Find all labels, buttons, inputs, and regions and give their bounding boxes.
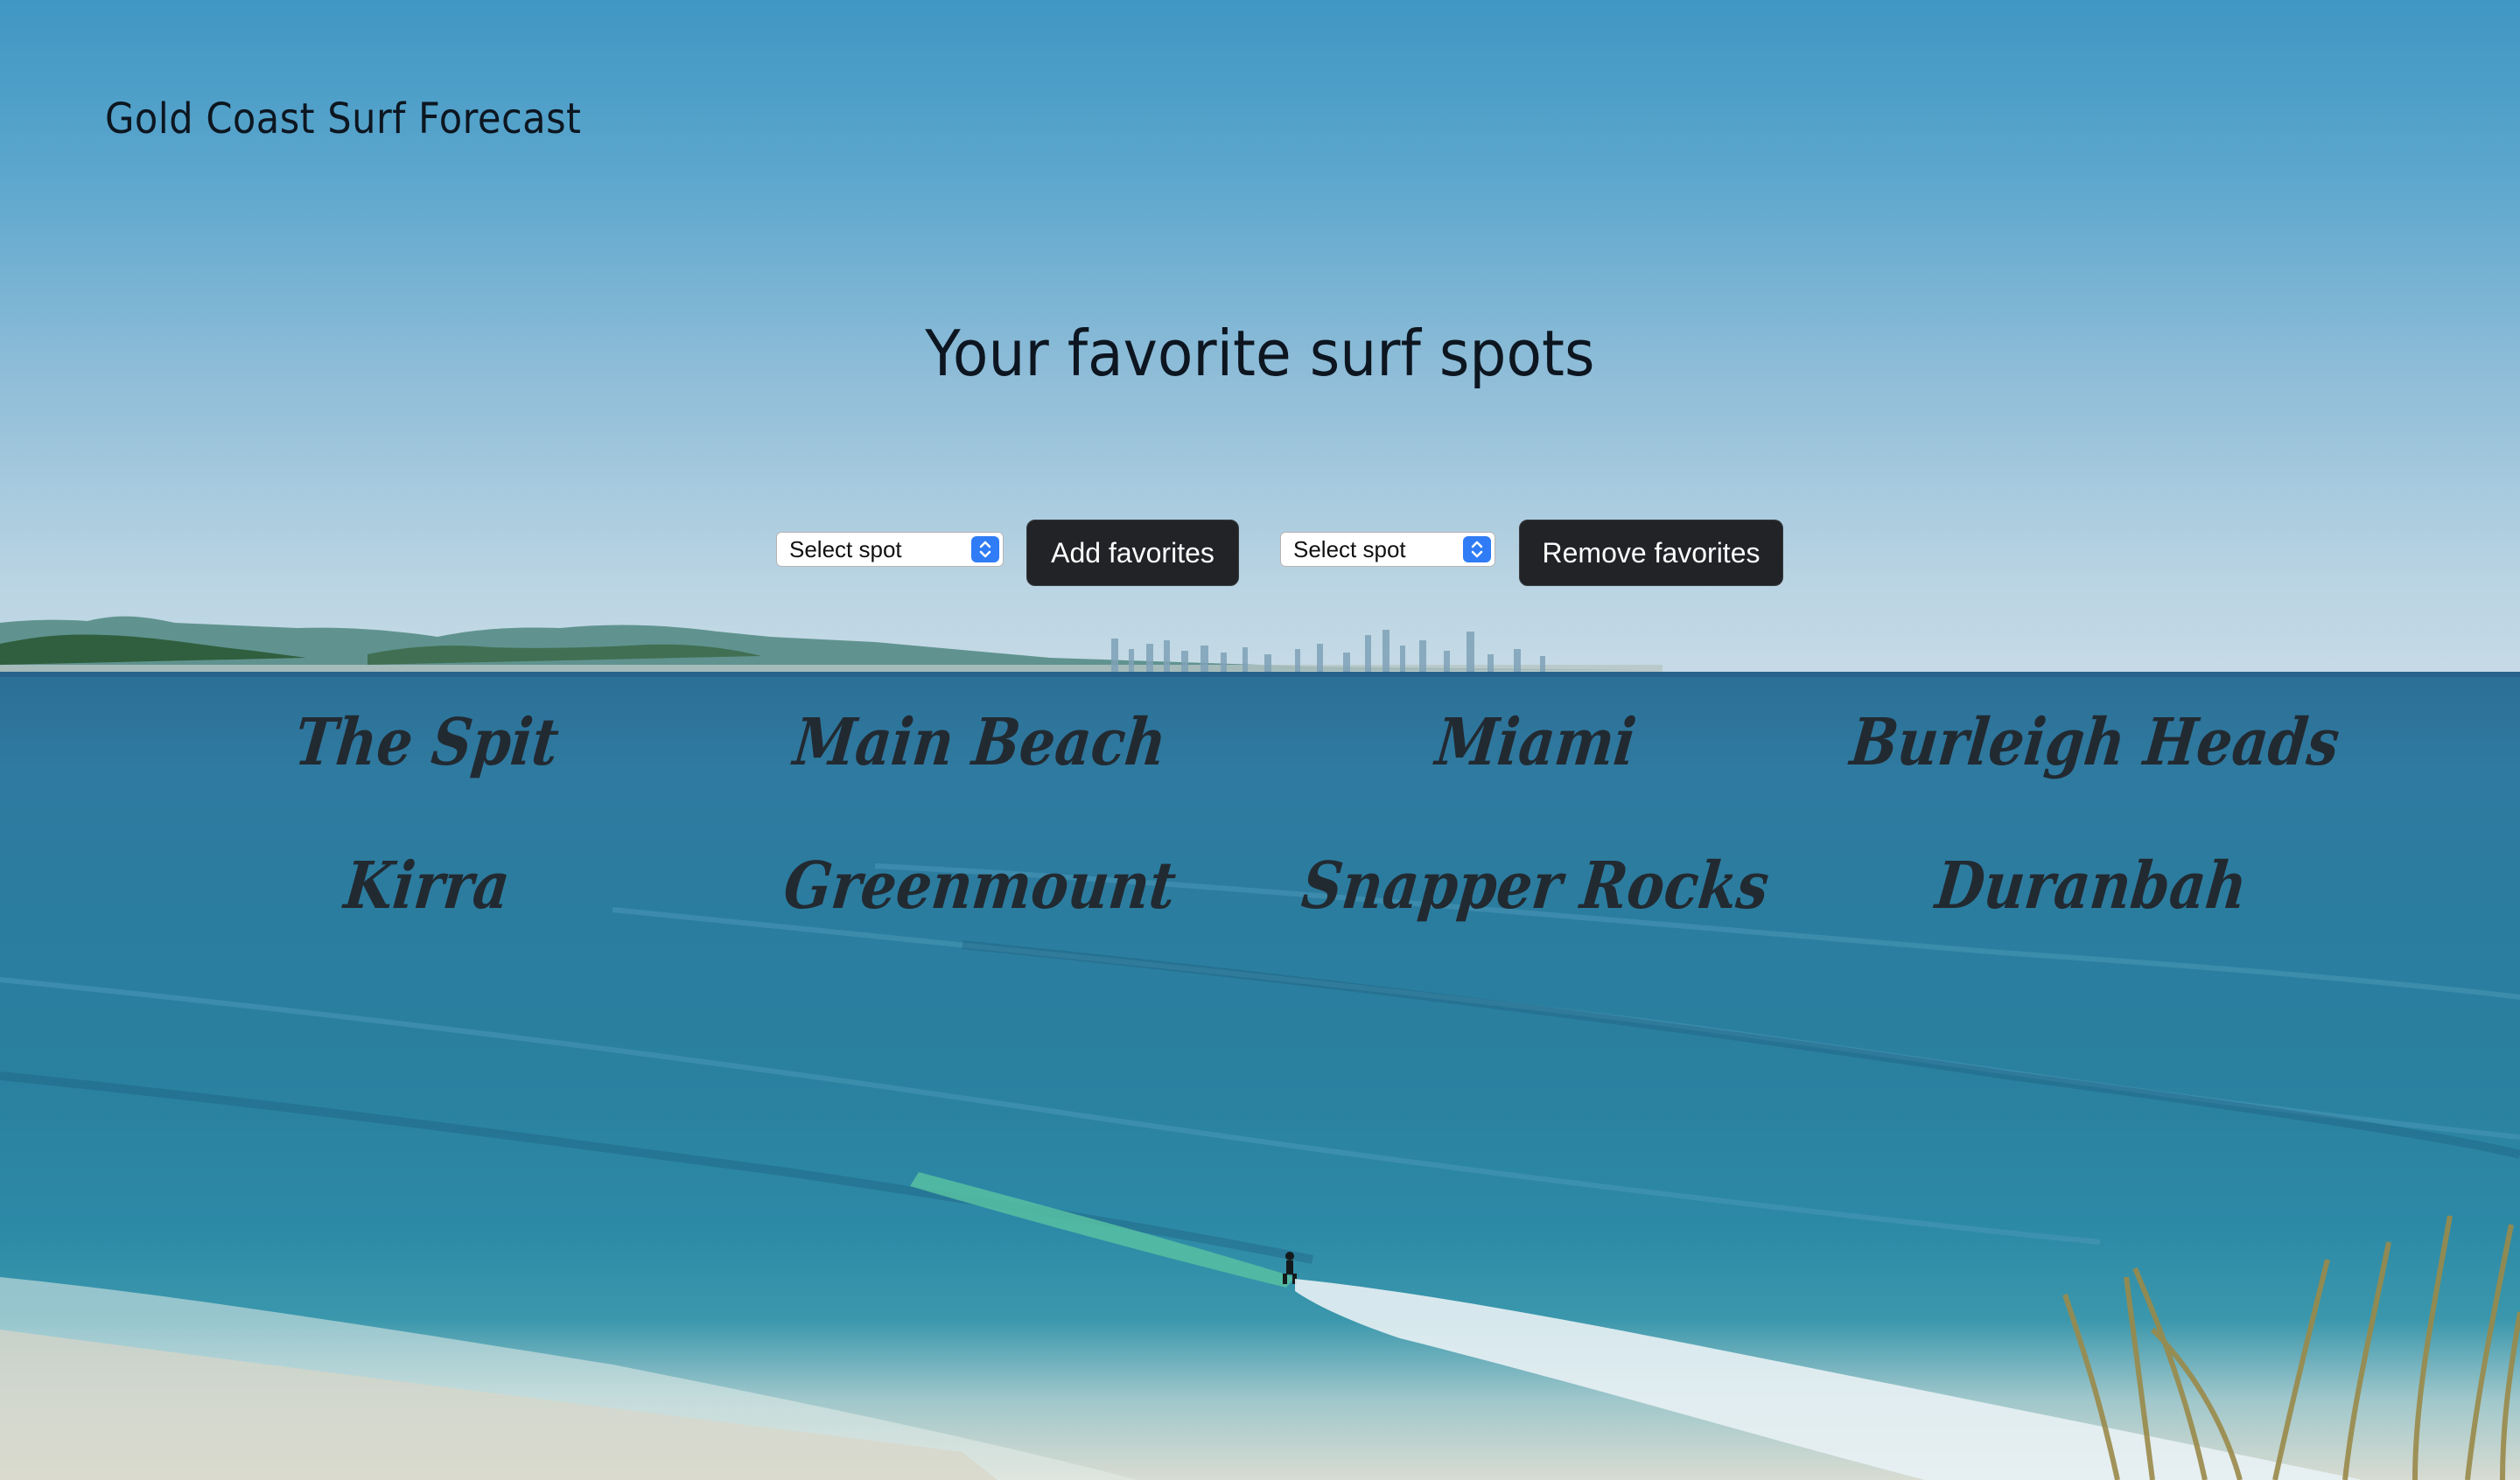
surf-spot-name: Miami xyxy=(1432,705,1640,780)
surf-spot-link[interactable]: Greenmount xyxy=(700,848,1260,924)
page-heading: Your favorite surf spots xyxy=(0,317,2520,390)
surf-spot-name: Burleigh Heads xyxy=(1846,705,2343,780)
favorites-controls: Select spot Add favorites Select spot Re… xyxy=(0,520,2520,586)
remove-spot-select-value: Select spot xyxy=(1293,536,1406,562)
surf-spot-link[interactable]: Main Beach xyxy=(700,705,1260,780)
select-arrows-icon xyxy=(1463,536,1491,562)
surf-spot-link[interactable]: Kirra xyxy=(147,848,707,924)
surf-spot-link[interactable]: The Spit xyxy=(147,705,707,780)
surf-spot-name: The Spit xyxy=(291,705,563,780)
site-title: Gold Coast Surf Forecast xyxy=(105,94,582,143)
add-spot-select-value: Select spot xyxy=(789,536,902,562)
select-arrows-icon xyxy=(971,536,999,562)
surf-spot-name: Kirra xyxy=(340,848,514,924)
surf-spot-name: Greenmount xyxy=(780,848,1180,924)
surf-spot-link[interactable]: Snapper Rocks xyxy=(1256,848,1816,924)
surf-spot-link[interactable]: Duranbah xyxy=(1811,848,2371,924)
surf-spot-name: Duranbah xyxy=(1932,848,2250,924)
page-heading-text: Your favorite surf spots xyxy=(925,317,1595,390)
surf-spot-link[interactable]: Miami xyxy=(1256,705,1816,780)
surf-spot-link[interactable]: Burleigh Heads xyxy=(1811,705,2371,780)
add-favorites-button[interactable]: Add favorites xyxy=(1026,520,1239,586)
add-spot-select[interactable]: Select spot xyxy=(776,532,1004,567)
remove-spot-select[interactable]: Select spot xyxy=(1280,532,1495,567)
surf-spot-name: Main Beach xyxy=(790,705,1170,780)
surf-spot-name: Snapper Rocks xyxy=(1298,848,1773,924)
remove-favorites-button[interactable]: Remove favorites xyxy=(1519,520,1783,586)
